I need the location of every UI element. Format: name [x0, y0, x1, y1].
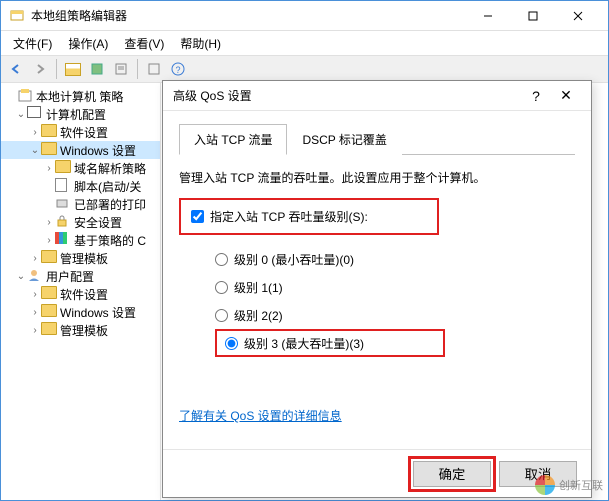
properties-button[interactable]	[143, 58, 165, 80]
ok-button[interactable]: 确定	[413, 461, 491, 487]
menu-action[interactable]: 操作(A)	[60, 33, 116, 54]
expand-icon[interactable]: ›	[29, 253, 41, 264]
folder-icon	[41, 124, 57, 140]
tree-root[interactable]: 本地计算机 策略	[1, 87, 160, 105]
printer-icon	[55, 196, 71, 212]
tree-user-config[interactable]: ⌄ 用户配置	[1, 267, 160, 285]
specify-throughput-checkbox[interactable]: 指定入站 TCP 吞吐量级别(S):	[191, 208, 427, 225]
menu-view[interactable]: 查看(V)	[116, 33, 172, 54]
folder-icon	[41, 250, 57, 266]
watermark: 创新互联	[535, 475, 603, 495]
tree-admin-templates[interactable]: › 管理模板	[1, 249, 160, 267]
show-hide-button[interactable]	[86, 58, 108, 80]
tree-user-software[interactable]: › 软件设置	[1, 285, 160, 303]
tree-computer-config[interactable]: ⌄ 计算机配置	[1, 105, 160, 123]
collapse-icon[interactable]: ⌄	[15, 271, 27, 282]
maximize-button[interactable]	[510, 2, 555, 30]
radio-level-3[interactable]: 级别 3 (最大吞吐量)(3)	[215, 329, 445, 357]
dialog-help-button[interactable]: ?	[521, 88, 551, 104]
script-icon	[55, 178, 71, 194]
expand-icon[interactable]: ›	[29, 289, 41, 300]
collapse-icon[interactable]: ⌄	[29, 145, 41, 156]
expand-icon[interactable]: ›	[29, 307, 41, 318]
chart-icon	[55, 232, 71, 248]
folder-icon	[41, 304, 57, 320]
tree-dns-policy[interactable]: › 域名解析策略	[1, 159, 160, 177]
tree-security-settings[interactable]: › 安全设置	[1, 213, 160, 231]
tree-scripts[interactable]: 脚本(启动/关	[1, 177, 160, 195]
svg-text:?: ?	[175, 65, 180, 75]
tree-windows-settings[interactable]: ⌄ Windows 设置	[1, 141, 160, 159]
tree-user-windows[interactable]: › Windows 设置	[1, 303, 160, 321]
dialog-title: 高级 QoS 设置	[173, 87, 521, 104]
radio-level-0[interactable]: 级别 0 (最小吞吐量)(0)	[215, 245, 575, 273]
folder-icon	[55, 160, 71, 176]
tab-inbound[interactable]: 入站 TCP 流量	[179, 124, 287, 155]
lock-icon	[55, 214, 71, 230]
specify-throughput-input[interactable]	[191, 210, 204, 223]
policy-icon	[17, 88, 33, 104]
folder-icon	[41, 322, 57, 338]
minimize-button[interactable]	[465, 2, 510, 30]
up-button[interactable]	[62, 58, 84, 80]
export-button[interactable]	[110, 58, 132, 80]
tree-qos-policy[interactable]: › 基于策略的 C	[1, 231, 160, 249]
forward-button[interactable]	[29, 58, 51, 80]
expand-icon[interactable]: ›	[43, 163, 55, 174]
user-icon	[27, 268, 43, 284]
app-icon	[9, 8, 25, 24]
help-button[interactable]: ?	[167, 58, 189, 80]
close-button[interactable]	[555, 2, 600, 30]
collapse-icon[interactable]: ⌄	[15, 109, 27, 120]
tab-dscp[interactable]: DSCP 标记覆盖	[287, 124, 401, 155]
folder-icon	[41, 286, 57, 302]
menu-help[interactable]: 帮助(H)	[172, 33, 229, 54]
radio-level-1[interactable]: 级别 1(1)	[215, 273, 575, 301]
expand-icon[interactable]: ›	[43, 217, 55, 228]
folder-icon	[41, 142, 57, 158]
tree-deployed-printers[interactable]: 已部署的打印	[1, 195, 160, 213]
qos-dialog: 高级 QoS 设置 ? ✕ 入站 TCP 流量 DSCP 标记覆盖 管理入站 T…	[162, 80, 592, 498]
tree-user-admin-templates[interactable]: › 管理模板	[1, 321, 160, 339]
learn-more-link[interactable]: 了解有关 QoS 设置的详细信息	[179, 409, 342, 423]
back-button[interactable]	[5, 58, 27, 80]
menu-file[interactable]: 文件(F)	[5, 33, 60, 54]
watermark-icon	[535, 475, 555, 495]
window-title: 本地组策略编辑器	[31, 7, 465, 24]
dialog-close-button[interactable]: ✕	[551, 87, 581, 104]
expand-icon[interactable]: ›	[43, 235, 55, 246]
computer-icon	[27, 106, 43, 122]
tree-software-settings[interactable]: › 软件设置	[1, 123, 160, 141]
expand-icon[interactable]: ›	[29, 325, 41, 336]
dialog-description: 管理入站 TCP 流量的吞吐量。此设置应用于整个计算机。	[179, 169, 575, 186]
expand-icon[interactable]: ›	[29, 127, 41, 138]
radio-level-2[interactable]: 级别 2(2)	[215, 301, 575, 329]
